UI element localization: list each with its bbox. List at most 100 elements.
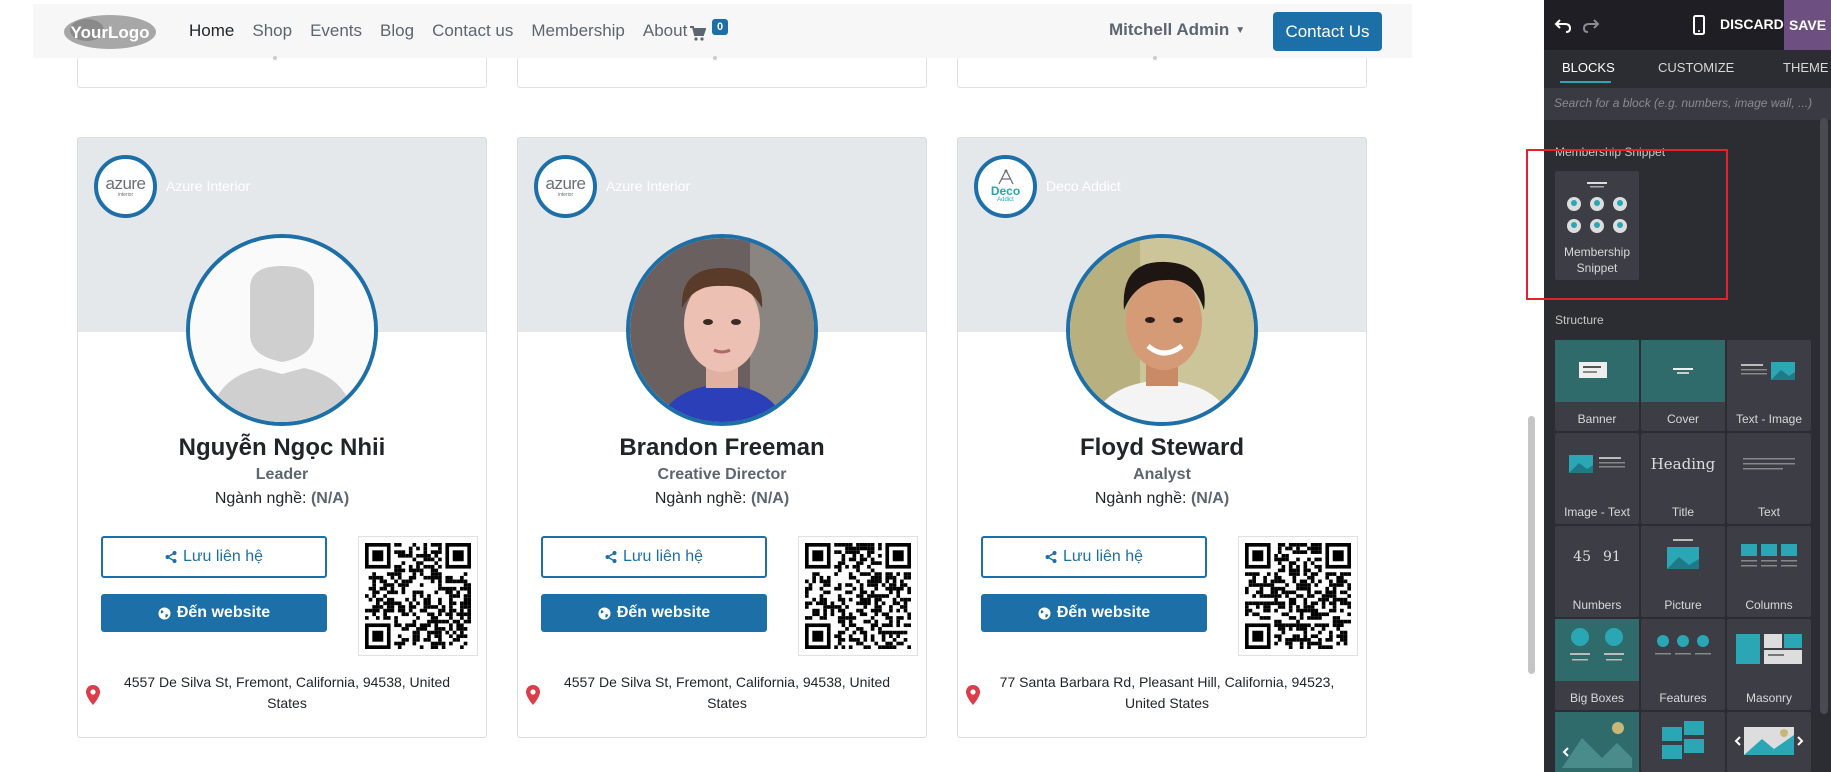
undo-icon[interactable]	[1554, 16, 1572, 34]
website-button[interactable]: Đến website	[101, 594, 327, 632]
block-slider[interactable]	[1727, 712, 1811, 772]
title-thumbnail: Heading	[1641, 433, 1725, 495]
page-scrollbar[interactable]	[1528, 416, 1535, 674]
member-name: Nguyễn Ngọc Nhii	[178, 434, 386, 461]
avatar-placeholder-icon	[190, 238, 374, 422]
member-address: 4557 De Silva St, Fremont, California, 9…	[563, 674, 891, 711]
website-label: Đến website	[176, 604, 271, 621]
company-logo: Deco Addict	[974, 155, 1037, 218]
qr-code-image	[365, 543, 471, 649]
card-stub	[77, 56, 487, 88]
member-industry: Ngành nghề: (N/A)	[518, 490, 926, 508]
block-image-wall[interactable]	[1641, 712, 1725, 772]
save-contact-button[interactable]: Lưu liên hệ	[981, 536, 1207, 578]
block-cover[interactable]: Cover	[1641, 340, 1725, 431]
carousel-thumbnail	[1555, 712, 1639, 772]
block-label: Banner	[1577, 412, 1617, 426]
share-icon	[1045, 551, 1057, 563]
nav-about[interactable]: About	[643, 21, 687, 41]
main-nav: Home Shop Events Blog Contact us Members…	[189, 4, 705, 58]
block-text-image[interactable]: Text - Image	[1727, 340, 1811, 431]
nav-home[interactable]: Home	[189, 21, 234, 41]
number-value: 91	[1603, 549, 1621, 565]
block-numbers[interactable]: 45 91 Numbers	[1555, 526, 1639, 617]
block-title[interactable]: Heading Title	[1641, 433, 1725, 524]
block-label: Picture	[1664, 598, 1702, 612]
member-avatar	[186, 234, 378, 426]
site-logo[interactable]: YourLogo	[63, 13, 157, 51]
block-picture[interactable]: Picture	[1641, 526, 1725, 617]
block-features[interactable]: Features	[1641, 619, 1725, 710]
mobile-preview-icon[interactable]	[1693, 15, 1705, 35]
banner-block-icon	[1579, 362, 1607, 378]
share-icon	[165, 551, 177, 563]
member-avatar	[626, 234, 818, 426]
save-contact-button[interactable]: Lưu liên hệ	[541, 536, 767, 578]
website-preview: YourLogo Home Shop Events Blog Contact u…	[0, 0, 1544, 772]
save-button[interactable]: SAVE	[1784, 0, 1831, 50]
highlight-box	[1526, 149, 1728, 300]
tab-theme[interactable]: THEME	[1783, 60, 1829, 75]
numbers-thumbnail-values: 45 91	[1573, 549, 1621, 565]
editor-panel: DISCARD SAVE BLOCKS CUSTOMIZE THEME Sear…	[1544, 0, 1831, 772]
industry-value: (N/A)	[1190, 490, 1230, 507]
member-role: Leader	[255, 466, 309, 483]
block-banner[interactable]: Banner	[1555, 340, 1639, 431]
industry-label: Ngành nghề:	[1094, 490, 1187, 507]
member-industry: Ngành nghề: (N/A)	[78, 490, 486, 508]
nav-blog[interactable]: Blog	[380, 21, 414, 41]
member-name: Floyd Steward	[1079, 434, 1245, 461]
block-columns[interactable]: Columns	[1727, 526, 1811, 617]
redo-icon[interactable]	[1582, 16, 1600, 34]
block-label: Cover	[1666, 412, 1699, 426]
company-logo: azure interior	[94, 155, 157, 218]
site-header: YourLogo Home Shop Events Blog Contact u…	[33, 4, 1412, 58]
block-text[interactable]: Text	[1727, 433, 1811, 524]
tab-customize[interactable]: CUSTOMIZE	[1658, 60, 1734, 75]
nav-contact-us[interactable]: Contact us	[432, 21, 513, 41]
user-menu[interactable]: Mitchell Admin ▼	[1109, 20, 1245, 40]
member-address: 4557 De Silva St, Fremont, California, 9…	[123, 674, 451, 711]
save-contact-button[interactable]: Lưu liên hệ	[101, 536, 327, 578]
picture-block-icon	[1667, 539, 1699, 569]
cart-button[interactable]: 0	[690, 19, 730, 45]
block-label: Features	[1659, 691, 1707, 705]
save-contact-label: Lưu liên hệ	[182, 548, 264, 565]
slider-block-icon	[1734, 727, 1804, 755]
block-carousel[interactable]	[1555, 712, 1639, 772]
logo-text: YourLogo	[71, 23, 150, 42]
member-card: azure interior Azure Interior Brandon Fr…	[517, 137, 927, 738]
nav-shop[interactable]: Shop	[252, 21, 292, 41]
website-button[interactable]: Đến website	[541, 594, 767, 632]
block-label: Title	[1671, 505, 1695, 519]
tab-blocks[interactable]: BLOCKS	[1562, 60, 1615, 75]
cover-block-icon	[1673, 368, 1693, 374]
discard-button[interactable]: DISCARD	[1720, 16, 1784, 32]
masonry-block-icon	[1736, 634, 1802, 664]
active-tab-indicator	[1560, 81, 1611, 83]
block-label: Text - Image	[1735, 412, 1803, 426]
cover-thumbnail	[1641, 340, 1725, 402]
compass-icon	[997, 169, 1014, 185]
member-name: Brandon Freeman	[619, 434, 825, 461]
company-logo-text: azure	[105, 173, 146, 193]
qr-code-image	[805, 543, 911, 649]
block-label: Numbers	[1572, 598, 1622, 612]
block-label: Big Boxes	[1569, 691, 1625, 705]
block-search-input[interactable]: Search for a block (e.g. numbers, image …	[1544, 88, 1831, 120]
nav-events[interactable]: Events	[310, 21, 362, 41]
company-name: Azure Interior	[166, 178, 251, 194]
nav-membership[interactable]: Membership	[531, 21, 625, 41]
member-role: Analyst	[1133, 466, 1191, 483]
block-masonry[interactable]: Masonry	[1727, 619, 1811, 710]
block-image-text[interactable]: Image - Text	[1555, 433, 1639, 524]
website-button[interactable]: Đến website	[981, 594, 1207, 632]
block-big-boxes[interactable]: Big Boxes	[1555, 619, 1639, 710]
cart-count-badge: 0	[712, 19, 728, 35]
contact-us-button[interactable]: Contact Us	[1273, 12, 1382, 51]
website-label: Đến website	[616, 604, 711, 621]
features-block-icon	[1655, 635, 1711, 655]
block-label: Image - Text	[1564, 505, 1630, 519]
company-logo-subtext: Addict	[997, 197, 1014, 203]
panel-scrollbar[interactable]	[1820, 118, 1828, 714]
